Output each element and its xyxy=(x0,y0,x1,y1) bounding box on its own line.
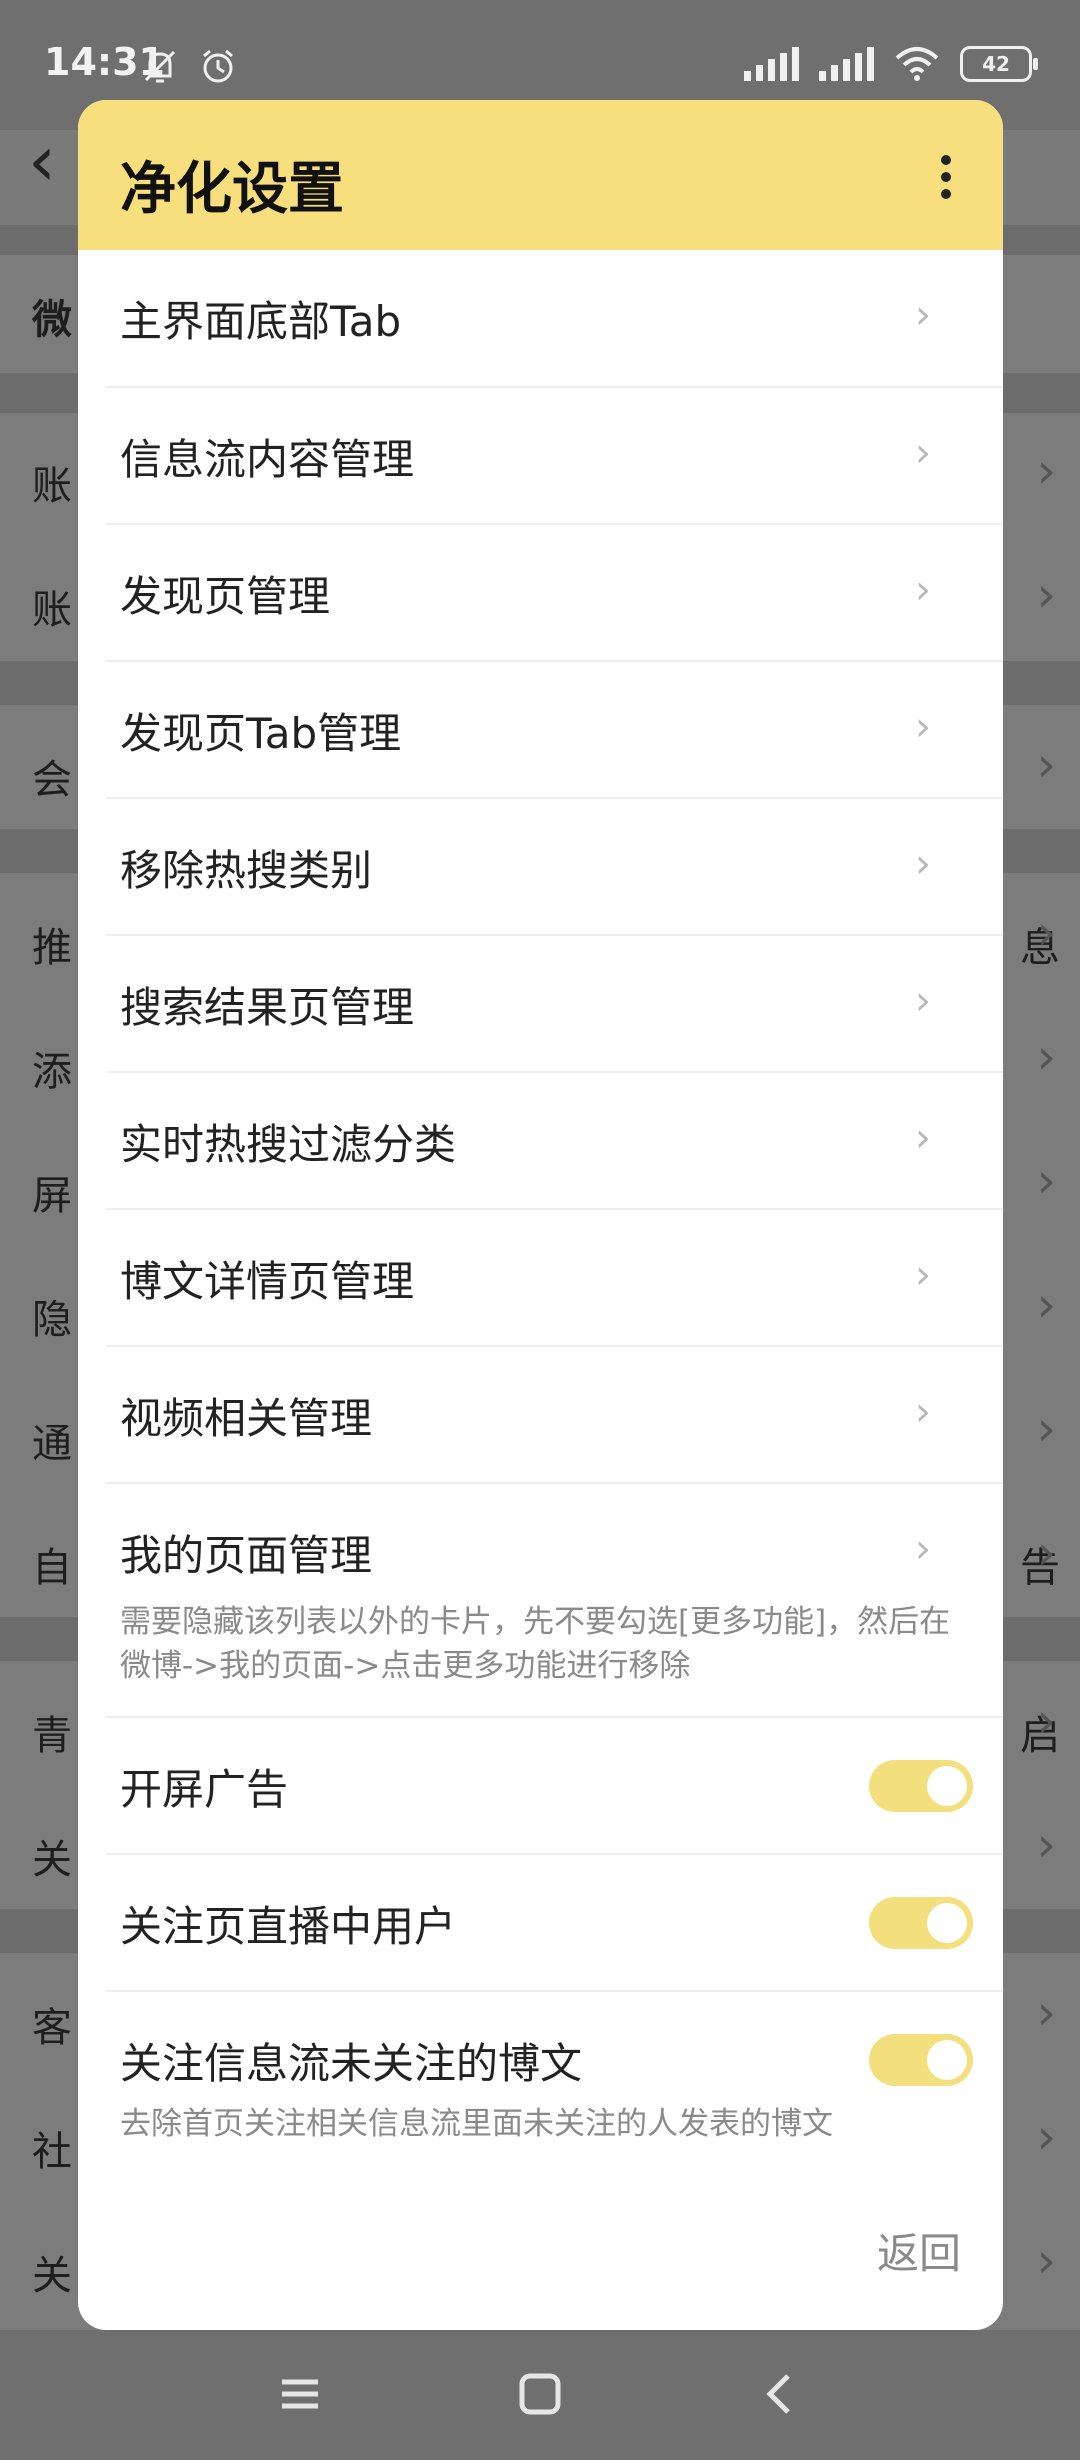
dialog-header: 净化设置 xyxy=(78,100,1003,250)
toggle-row-live-users: 关注页直播中用户 xyxy=(78,1855,1003,1992)
navigation-bar xyxy=(0,2330,1080,2460)
menu-icon[interactable] xyxy=(270,2364,330,2424)
toggle-row-unfollowed-posts: 关注信息流未关注的博文 去除首页关注相关信息流里面未关注的人发表的博文 xyxy=(78,1992,1003,2182)
splash-ad-toggle[interactable] xyxy=(869,1760,973,1812)
item-description: 去除首页关注相关信息流里面未关注的人发表的博文 xyxy=(120,2106,833,2142)
menu-item-realtime-hot-search[interactable]: 实时热搜过滤分类 › xyxy=(78,1073,1003,1210)
item-description: 需要隐藏该列表以外的卡片，先不要勾选[更多功能]，然后在微博->我的页面->点击… xyxy=(120,1604,951,1684)
menu-item-post-detail[interactable]: 博文详情页管理 › xyxy=(78,1210,1003,1347)
chevron-right-icon: › xyxy=(915,978,931,1024)
chevron-right-icon: › xyxy=(915,567,931,613)
menu-item-search-results[interactable]: 搜索结果页管理 › xyxy=(78,936,1003,1073)
purify-settings-dialog: 净化设置 主界面底部Tab › 信息流内容管理 › 发现页管理 › 发现页Tab… xyxy=(78,100,1003,2330)
chevron-right-icon: › xyxy=(915,1252,931,1298)
menu-item-discover-tab[interactable]: 发现页Tab管理 › xyxy=(78,662,1003,799)
menu-item-feed-content[interactable]: 信息流内容管理 › xyxy=(78,388,1003,525)
menu-item-main-tab[interactable]: 主界面底部Tab › xyxy=(78,250,1003,388)
chevron-right-icon: › xyxy=(915,1115,931,1161)
signal-icon xyxy=(819,47,874,81)
chevron-right-icon: › xyxy=(915,292,931,338)
hd-signal-icon xyxy=(744,47,799,81)
chevron-right-icon: › xyxy=(915,1526,931,1572)
live-users-toggle[interactable] xyxy=(869,1897,973,1949)
dialog-title: 净化设置 xyxy=(120,157,344,222)
home-icon[interactable] xyxy=(510,2364,570,2424)
battery-icon: 42 xyxy=(960,46,1038,82)
alarm-icon xyxy=(203,49,233,83)
back-button[interactable]: 返回 xyxy=(877,2220,961,2281)
menu-item-hot-search-category[interactable]: 移除热搜类别 › xyxy=(78,799,1003,936)
chevron-right-icon: › xyxy=(915,1389,931,1435)
menu-item-video[interactable]: 视频相关管理 › xyxy=(78,1347,1003,1484)
toggle-row-splash-ad: 开屏广告 xyxy=(78,1718,1003,1855)
bell-off-icon xyxy=(144,50,176,83)
menu-item-discover-page[interactable]: 发现页管理 › xyxy=(78,525,1003,662)
chevron-right-icon: › xyxy=(915,704,931,750)
unfollowed-posts-toggle[interactable] xyxy=(869,2034,973,2086)
menu-item-my-page[interactable]: 我的页面管理 › 需要隐藏该列表以外的卡片，先不要勾选[更多功能]，然后在微博-… xyxy=(78,1484,1003,1718)
back-icon[interactable] xyxy=(750,2364,810,2424)
chevron-right-icon: › xyxy=(915,841,931,887)
more-options-icon[interactable] xyxy=(939,155,953,199)
chevron-right-icon: › xyxy=(915,430,931,476)
back-arrow-icon: ‹ xyxy=(28,120,56,202)
wifi-icon xyxy=(895,47,939,81)
